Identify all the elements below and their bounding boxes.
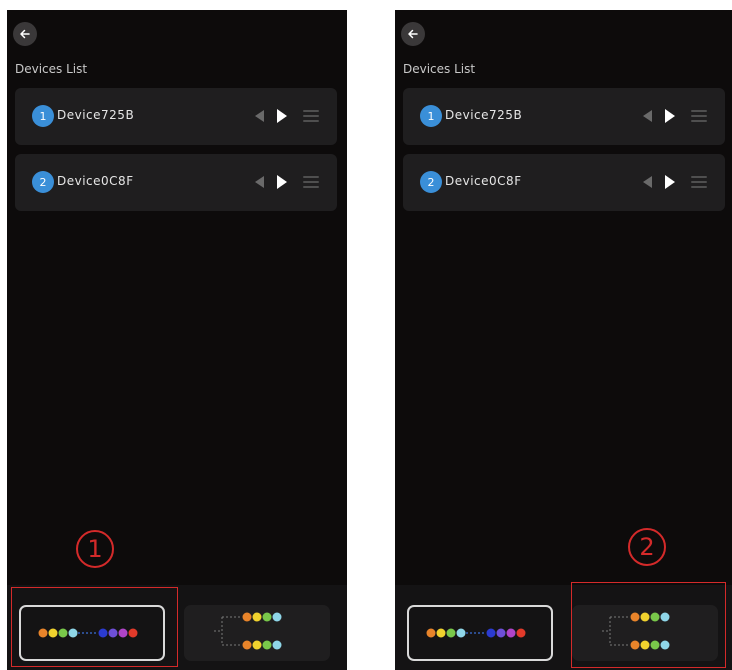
back-button[interactable] [401,22,425,46]
drag-handle-icon[interactable] [303,176,319,188]
serial-mode-button[interactable] [407,605,553,661]
phone-screen-2: Devices List 1 Device725B 2 Device0C8F [395,10,732,670]
parallel-chain-icon [602,612,670,650]
device-name: Device0C8F [57,174,134,188]
devices-list-title: Devices List [403,62,476,76]
device-index-badge: 1 [32,105,54,127]
parallel-mode-button[interactable] [572,605,718,661]
device-name: Device0C8F [445,174,522,188]
annotation-marker-2: 2 [628,528,666,566]
serial-mode-button[interactable] [19,605,165,661]
devices-list-title: Devices List [15,62,88,76]
arrow-left-icon [408,29,418,39]
back-button[interactable] [13,22,37,46]
mode-selector-bar [395,585,732,670]
arrow-left-icon [20,29,30,39]
serial-chain-icon [38,628,138,638]
triangle-right-icon[interactable] [665,109,675,123]
triangle-right-icon[interactable] [665,175,675,189]
triangle-left-icon[interactable] [643,176,652,188]
parallel-mode-button[interactable] [184,605,330,661]
triangle-right-icon[interactable] [277,175,287,189]
drag-handle-icon[interactable] [691,110,707,122]
device-name: Device725B [445,108,523,122]
device-row[interactable]: 2 Device0C8F [15,154,337,211]
device-index-badge: 2 [420,171,442,193]
device-row[interactable]: 1 Device725B [403,88,725,145]
triangle-left-icon[interactable] [643,110,652,122]
triangle-left-icon[interactable] [255,110,264,122]
mode-selector-bar [7,585,347,670]
phone-screen-1: Devices List 1 Device725B 2 Device0C8F [7,10,347,670]
device-name: Device725B [57,108,135,122]
device-row[interactable]: 2 Device0C8F [403,154,725,211]
serial-chain-icon [426,628,526,638]
triangle-left-icon[interactable] [255,176,264,188]
device-row[interactable]: 1 Device725B [15,88,337,145]
annotation-marker-1: 1 [76,530,114,568]
parallel-chain-icon [214,612,282,650]
device-index-badge: 1 [420,105,442,127]
triangle-right-icon[interactable] [277,109,287,123]
device-index-badge: 2 [32,171,54,193]
drag-handle-icon[interactable] [691,176,707,188]
drag-handle-icon[interactable] [303,110,319,122]
